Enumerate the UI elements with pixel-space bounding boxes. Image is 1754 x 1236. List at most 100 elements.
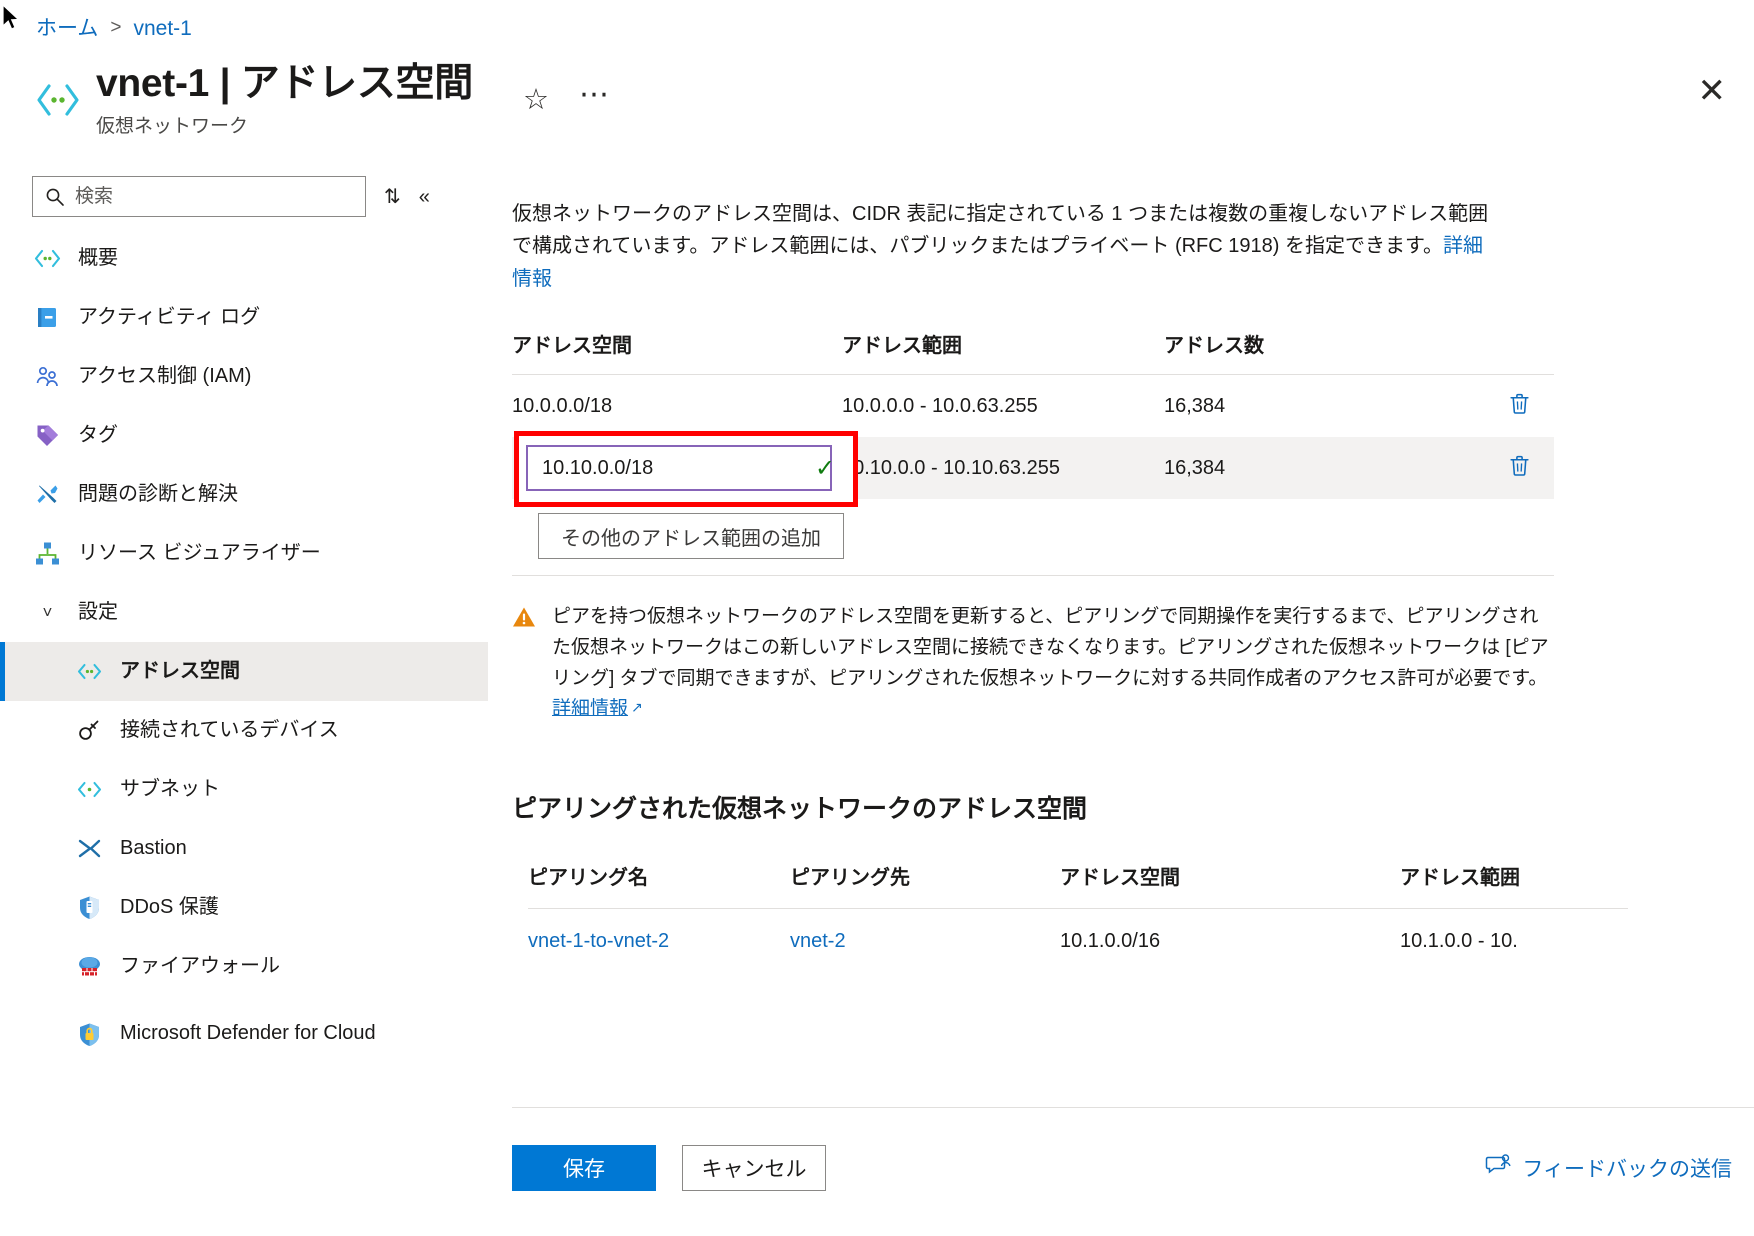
column-header-peering-to: ピアリング先 (790, 861, 1060, 890)
ddos-shield-icon (76, 894, 103, 921)
cell-address-space: 10.0.0.0/18 (512, 395, 842, 418)
chevron-down-icon: ˅ (34, 603, 61, 623)
sidebar-item-access-control[interactable]: アクセス制御 (IAM) (0, 347, 488, 406)
address-space-input[interactable] (540, 447, 809, 489)
feedback-icon (1485, 1152, 1511, 1184)
bastion-icon (76, 835, 103, 862)
sidebar-item-subnets[interactable]: サブネット (0, 760, 488, 819)
peering-target-link[interactable]: vnet-2 (790, 930, 1060, 953)
footer-divider (512, 1107, 1754, 1108)
external-link-icon: ↗ (631, 699, 643, 715)
sidebar-item-label: 接続されているデバイス (120, 718, 339, 744)
sidebar-item-bastion[interactable]: Bastion (0, 819, 488, 878)
cell-address-count: 16,384 (1164, 395, 1464, 418)
sidebar-item-overview[interactable]: 概要 (0, 229, 488, 288)
table-row: vnet-1-to-vnet-2 vnet-2 10.1.0.0/16 10.1… (528, 909, 1628, 973)
page-subtitle: 仮想ネットワーク (96, 111, 473, 138)
column-header-address-count: アドレス数 (1164, 329, 1464, 358)
sidebar-item-label: 問題の診断と解決 (78, 482, 238, 508)
warning-learn-more-link[interactable]: 詳細情報 (552, 698, 628, 719)
sidebar-item-label: サブネット (120, 777, 220, 803)
sidebar-item-label: アクティビティ ログ (78, 305, 260, 331)
page-title: vnet-1 | アドレス空間 (96, 62, 473, 107)
subnet-icon (76, 776, 103, 803)
column-header-address-space: アドレス空間 (512, 329, 842, 358)
checkmark-icon[interactable]: ✓ (815, 454, 835, 483)
sidebar-item-label: タグ (78, 423, 118, 449)
cell-address-range: 10.0.0.0 - 10.0.63.255 (842, 395, 1164, 418)
address-space-description: 仮想ネットワークのアドレス空間は、CIDR 表記に指定されている 1 つまたは複… (512, 198, 1502, 295)
sidebar-item-activity-log[interactable]: アクティビティ ログ (0, 288, 488, 347)
defender-lock-icon (76, 1021, 103, 1048)
trash-icon[interactable] (1507, 453, 1532, 484)
search-input[interactable] (33, 177, 365, 216)
sidebar-item-defender-for-cloud[interactable]: Microsoft Defender for Cloud (0, 996, 488, 1072)
save-button[interactable]: 保存 (512, 1145, 656, 1191)
table-row: 10.0.0.0/18 10.0.0.0 - 10.0.63.255 16,38… (512, 375, 1554, 437)
sidebar-group-label: 設定 (78, 600, 118, 626)
sidebar-item-label: ファイアウォール (120, 954, 280, 980)
address-space-table: アドレス空間 アドレス範囲 アドレス数 10.0.0.0/18 10.0.0.0… (512, 329, 1554, 559)
table-row-editing: ✓ 10.10.0.0 - 10.10.63.255 16,384 (512, 437, 1554, 499)
peering-name-link[interactable]: vnet-1-to-vnet-2 (528, 930, 790, 953)
ellipsis-icon[interactable]: ⋯ (579, 80, 611, 120)
sidebar-item-troubleshoot[interactable]: 問題の診断と解決 (0, 465, 488, 524)
address-space-input-wrapper[interactable]: ✓ (526, 445, 832, 491)
sidebar-item-label: DDoS 保護 (120, 895, 219, 921)
cell-peer-address-space: 10.1.0.0/16 (1060, 930, 1400, 953)
sidebar: ⇅ « 概要 (0, 168, 488, 1236)
page-header: vnet-1 | アドレス空間 仮想ネットワーク ☆ ⋯ (36, 62, 1556, 138)
sidebar-item-resource-visualizer[interactable]: リソース ビジュアライザー (0, 524, 488, 583)
connected-devices-icon (76, 717, 103, 744)
trash-icon[interactable] (1507, 391, 1532, 422)
sidebar-item-tags[interactable]: タグ (0, 406, 488, 465)
cell-address-range: 10.10.0.0 - 10.10.63.255 (842, 457, 1164, 480)
warning-text: ピアを持つ仮想ネットワークのアドレス空間を更新すると、ピアリングで同期操作を実行… (552, 606, 1549, 689)
firewall-icon (76, 953, 103, 980)
peered-vnet-table: ピアリング名 ピアリング先 アドレス空間 アドレス範囲 vnet-1-to-vn… (528, 861, 1628, 973)
sidebar-item-label: 概要 (78, 246, 118, 272)
address-space-icon (76, 658, 103, 685)
feedback-label: フィードバックの送信 (1522, 1153, 1732, 1183)
sidebar-item-ddos-protection[interactable]: DDoS 保護 (0, 878, 488, 937)
cancel-button[interactable]: キャンセル (682, 1145, 826, 1191)
footer-action-bar: 保存 キャンセル フィードバックの送信 (512, 1144, 1732, 1192)
peering-section-title: ピアリングされた仮想ネットワークのアドレス空間 (512, 789, 1754, 825)
cell-address-count: 16,384 (1164, 457, 1464, 480)
table-header-row: アドレス空間 アドレス範囲 アドレス数 (512, 329, 1554, 375)
search-box[interactable] (32, 176, 366, 217)
azure-portal-blade: ホーム > vnet-1 vnet-1 | アドレス空間 仮想ネットワーク ☆ … (0, 0, 1754, 1236)
breadcrumb-separator: > (110, 17, 121, 40)
sidebar-item-label: Bastion (120, 836, 187, 862)
sort-icon[interactable]: ⇅ (384, 187, 401, 207)
sidebar-item-label: リソース ビジュアライザー (78, 541, 321, 567)
peering-table-header-row: ピアリング名 ピアリング先 アドレス空間 アドレス範囲 (528, 861, 1628, 909)
column-header-address-range: アドレス範囲 (1400, 861, 1628, 890)
warning-triangle-icon (512, 605, 536, 629)
send-feedback-button[interactable]: フィードバックの送信 (1485, 1152, 1732, 1184)
sidebar-nav: 概要 アクティビティ ログ (0, 229, 488, 1072)
close-icon[interactable]: ✕ (1698, 74, 1727, 108)
sidebar-group-settings[interactable]: ˅ 設定 (0, 583, 488, 642)
vnet-icon (34, 245, 61, 272)
add-address-range-button[interactable]: その他のアドレス範囲の追加 (538, 513, 844, 559)
main-content: 仮想ネットワークのアドレス空間は、CIDR 表記に指定されている 1 つまたは複… (488, 168, 1754, 1236)
cell-peer-address-range: 10.1.0.0 - 10. (1400, 930, 1628, 953)
star-icon[interactable]: ☆ (523, 86, 549, 115)
troubleshoot-icon (34, 481, 61, 508)
tag-icon (34, 422, 61, 449)
sidebar-item-label: Microsoft Defender for Cloud (120, 1021, 376, 1047)
mouse-cursor-icon (2, 4, 22, 32)
sidebar-search-row: ⇅ « (0, 168, 488, 217)
collapse-chevrons-icon[interactable]: « (419, 187, 430, 207)
breadcrumb-home[interactable]: ホーム (36, 16, 98, 41)
vnet-icon (36, 78, 80, 122)
breadcrumb-vnet-1[interactable]: vnet-1 (133, 16, 191, 41)
sidebar-item-firewall[interactable]: ファイアウォール (0, 937, 488, 996)
sidebar-item-connected-devices[interactable]: 接続されているデバイス (0, 701, 488, 760)
sidebar-item-address-space[interactable]: アドレス空間 (0, 642, 488, 701)
resource-visualizer-icon (34, 540, 61, 567)
column-header-peering-name: ピアリング名 (528, 861, 790, 890)
breadcrumb: ホーム > vnet-1 (36, 16, 192, 41)
warning-text-block: ピアを持つ仮想ネットワークのアドレス空間を更新すると、ピアリングで同期操作を実行… (552, 602, 1552, 725)
